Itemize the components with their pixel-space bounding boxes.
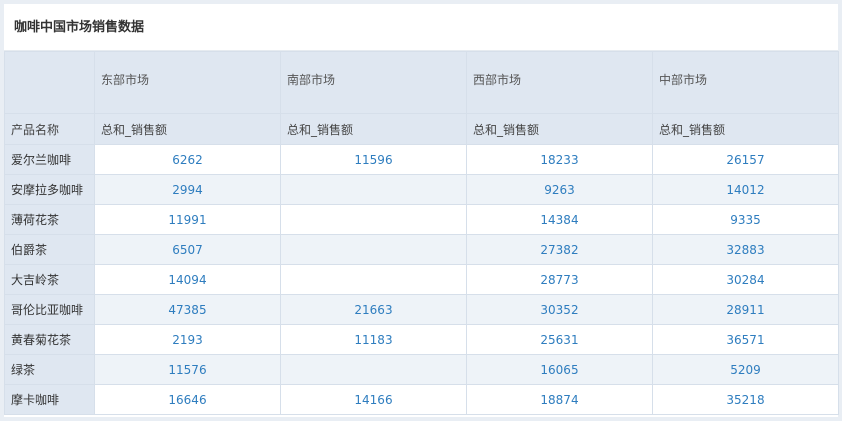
measure-header-row: 产品名称 总和_销售额 总和_销售额 总和_销售额 总和_销售额 — [4, 113, 839, 145]
product-name-cell: 安摩拉多咖啡 — [4, 174, 95, 205]
table-row: 哥伦比亚咖啡 47385 21663 30352 28911 — [4, 294, 839, 325]
sales-value-cell[interactable]: 16065 — [466, 354, 653, 385]
sales-value-cell[interactable]: 14384 — [466, 204, 653, 235]
sales-value-cell[interactable]: 35218 — [652, 384, 839, 415]
measure-header[interactable]: 总和_销售额 — [466, 113, 653, 145]
product-name-cell: 黄春菊花茶 — [4, 324, 95, 355]
column-header-market[interactable]: 南部市场 — [280, 51, 467, 114]
row-header-label[interactable]: 产品名称 — [4, 113, 95, 145]
sales-pivot-table: 东部市场 南部市场 西部市场 中部市场 产品名称 总和_销售额 总和_销售额 总… — [4, 51, 839, 415]
table-row: 安摩拉多咖啡 2994 9263 14012 — [4, 174, 839, 205]
table-row: 伯爵茶 6507 27382 32883 — [4, 234, 839, 265]
report-panel: 咖啡中国市场销售数据 东部市场 南部市场 西部市场 中部市场 产品名称 总和_销… — [4, 4, 839, 417]
sales-value-cell[interactable]: 11183 — [280, 324, 467, 355]
product-name-cell: 大吉岭茶 — [4, 264, 95, 295]
column-header-market[interactable]: 中部市场 — [652, 51, 839, 114]
sales-value-cell[interactable]: 27382 — [466, 234, 653, 265]
sales-value-cell[interactable] — [280, 354, 467, 385]
sales-value-cell[interactable]: 18233 — [466, 144, 653, 175]
sales-value-cell[interactable]: 14166 — [280, 384, 467, 415]
corner-cell — [4, 51, 95, 114]
sales-value-cell[interactable]: 11991 — [94, 204, 281, 235]
product-name-cell: 哥伦比亚咖啡 — [4, 294, 95, 325]
table-row: 大吉岭茶 14094 28773 30284 — [4, 264, 839, 295]
sales-value-cell[interactable]: 11576 — [94, 354, 281, 385]
sales-value-cell[interactable] — [280, 234, 467, 265]
product-name-cell: 绿茶 — [4, 354, 95, 385]
measure-header[interactable]: 总和_销售额 — [280, 113, 467, 145]
sales-value-cell[interactable]: 14012 — [652, 174, 839, 205]
product-name-cell: 爱尔兰咖啡 — [4, 144, 95, 175]
sales-value-cell[interactable]: 30284 — [652, 264, 839, 295]
product-name-cell: 伯爵茶 — [4, 234, 95, 265]
table-row: 摩卡咖啡 16646 14166 18874 35218 — [4, 384, 839, 415]
sales-value-cell[interactable]: 26157 — [652, 144, 839, 175]
sales-value-cell[interactable]: 28911 — [652, 294, 839, 325]
sales-value-cell[interactable] — [280, 204, 467, 235]
sales-value-cell[interactable]: 11596 — [280, 144, 467, 175]
sales-value-cell[interactable]: 5209 — [652, 354, 839, 385]
report-title: 咖啡中国市场销售数据 — [4, 4, 838, 51]
table-row: 黄春菊花茶 2193 11183 25631 36571 — [4, 324, 839, 355]
column-header-market[interactable]: 东部市场 — [94, 51, 281, 114]
measure-header[interactable]: 总和_销售额 — [94, 113, 281, 145]
sales-value-cell[interactable]: 25631 — [466, 324, 653, 355]
sales-value-cell[interactable]: 16646 — [94, 384, 281, 415]
sales-value-cell[interactable]: 28773 — [466, 264, 653, 295]
sales-value-cell[interactable] — [280, 264, 467, 295]
sales-value-cell[interactable]: 18874 — [466, 384, 653, 415]
sales-value-cell[interactable]: 2994 — [94, 174, 281, 205]
product-name-cell: 薄荷花茶 — [4, 204, 95, 235]
table-row: 薄荷花茶 11991 14384 9335 — [4, 204, 839, 235]
market-header-row: 东部市场 南部市场 西部市场 中部市场 — [4, 51, 839, 114]
table-row: 绿茶 11576 16065 5209 — [4, 354, 839, 385]
sales-value-cell[interactable]: 6262 — [94, 144, 281, 175]
sales-value-cell[interactable]: 6507 — [94, 234, 281, 265]
measure-header[interactable]: 总和_销售额 — [652, 113, 839, 145]
sales-value-cell[interactable]: 9335 — [652, 204, 839, 235]
sales-value-cell[interactable]: 2193 — [94, 324, 281, 355]
sales-value-cell[interactable]: 36571 — [652, 324, 839, 355]
sales-value-cell[interactable]: 32883 — [652, 234, 839, 265]
table-row: 爱尔兰咖啡 6262 11596 18233 26157 — [4, 144, 839, 175]
sales-value-cell[interactable]: 21663 — [280, 294, 467, 325]
sales-value-cell[interactable]: 47385 — [94, 294, 281, 325]
sales-value-cell[interactable]: 9263 — [466, 174, 653, 205]
sales-value-cell[interactable] — [280, 174, 467, 205]
product-name-cell: 摩卡咖啡 — [4, 384, 95, 415]
sales-value-cell[interactable]: 30352 — [466, 294, 653, 325]
column-header-market[interactable]: 西部市场 — [466, 51, 653, 114]
sales-value-cell[interactable]: 14094 — [94, 264, 281, 295]
